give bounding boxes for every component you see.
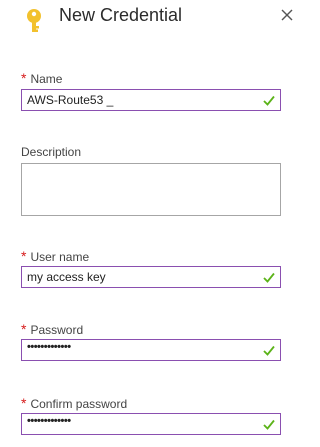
close-icon[interactable] [280, 8, 294, 22]
description-label: Description [21, 145, 82, 159]
blade-header: New Credential [0, 0, 300, 34]
required-marker: * [21, 70, 27, 86]
username-label: * User name [21, 248, 90, 264]
password-label: * Password [21, 321, 84, 337]
username-value: my access key [27, 270, 106, 284]
password-value: ••••••••••••• [27, 341, 71, 353]
username-input[interactable]: my access key [21, 266, 281, 288]
check-icon [263, 419, 275, 430]
name-value: AWS-Route53 _ [27, 93, 114, 107]
name-label: * Name [21, 70, 63, 86]
check-icon [263, 345, 275, 356]
password-input[interactable]: ••••••••••••• [21, 339, 281, 361]
check-icon [263, 272, 275, 283]
required-marker: * [21, 395, 27, 411]
confirm-password-value: ••••••••••••• [27, 415, 71, 427]
required-marker: * [21, 248, 27, 264]
name-input[interactable]: AWS-Route53 _ [21, 89, 281, 111]
confirm-password-label: * Confirm password [21, 395, 128, 411]
confirm-password-input[interactable]: ••••••••••••• [21, 413, 281, 435]
required-marker: * [21, 321, 27, 337]
key-icon [27, 9, 41, 32]
description-textarea[interactable] [21, 163, 281, 216]
check-icon [263, 95, 275, 106]
page-title: New Credential [59, 5, 183, 25]
